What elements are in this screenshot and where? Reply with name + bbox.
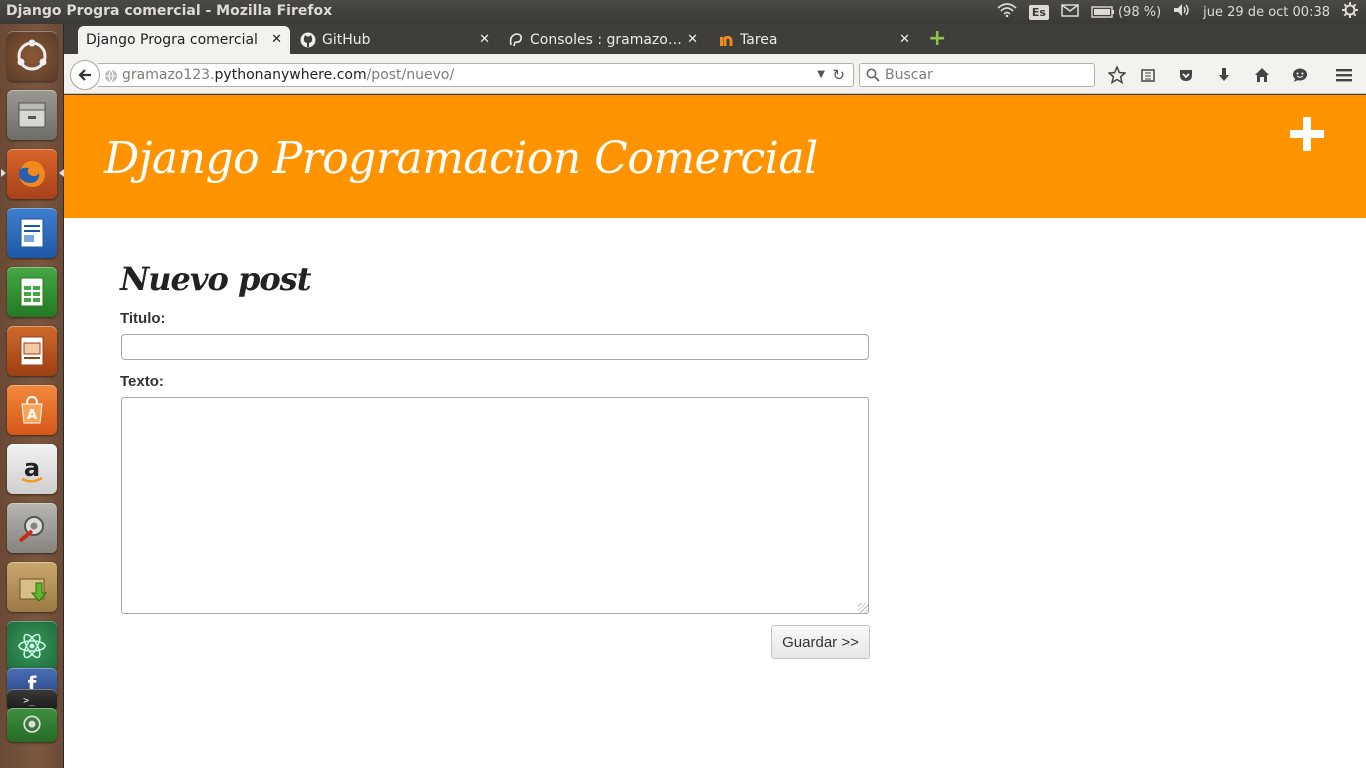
site-title[interactable]: Django Programacion Comercial bbox=[104, 133, 818, 184]
system-top-panel: Django Progra comercial - Mozilla Firefo… bbox=[0, 0, 1366, 24]
tab-github[interactable]: GitHub ✕ bbox=[292, 26, 498, 54]
bookmark-star-icon[interactable] bbox=[1107, 66, 1127, 84]
search-icon bbox=[866, 68, 880, 86]
search-bar[interactable]: Buscar bbox=[859, 63, 1095, 87]
downloads-icon[interactable] bbox=[7, 562, 57, 612]
dash-icon[interactable] bbox=[7, 31, 57, 81]
firefox-icon[interactable] bbox=[7, 149, 57, 199]
software-center-icon[interactable]: A bbox=[7, 385, 57, 435]
close-icon[interactable]: ✕ bbox=[687, 32, 698, 47]
unity-launcher: A a f >_ bbox=[0, 24, 64, 768]
tab-label: GitHub bbox=[322, 32, 371, 48]
tab-strip: Django Progra comercial ✕ GitHub ✕ Conso… bbox=[64, 24, 1366, 54]
tab-label: Consoles : gramazo… bbox=[530, 32, 682, 48]
wifi-icon[interactable] bbox=[997, 3, 1017, 21]
tab-django[interactable]: Django Progra comercial ✕ bbox=[78, 26, 290, 54]
reading-list-icon[interactable] bbox=[1138, 66, 1158, 84]
svg-text:>_: >_ bbox=[23, 696, 35, 707]
back-button[interactable] bbox=[70, 60, 100, 90]
save-button[interactable]: Guardar >> bbox=[771, 625, 870, 659]
url-bar[interactable]: gramazo123.pythonanywhere.com/post/nuevo… bbox=[98, 63, 854, 87]
page-header: Django Programacion Comercial bbox=[64, 95, 1366, 218]
svg-text:a: a bbox=[24, 454, 40, 482]
close-icon[interactable]: ✕ bbox=[479, 32, 490, 47]
settings-gear-icon[interactable] bbox=[1342, 2, 1358, 22]
tab-label: Django Progra comercial bbox=[86, 32, 258, 48]
files-icon[interactable] bbox=[7, 90, 57, 140]
pythonanywhere-icon bbox=[508, 32, 524, 48]
github-icon bbox=[300, 32, 316, 48]
download-arrow-icon[interactable] bbox=[1214, 66, 1234, 84]
workspace-icon[interactable] bbox=[7, 708, 57, 742]
clock[interactable]: jue 29 de oct 00:38 bbox=[1203, 5, 1330, 20]
battery-icon bbox=[1091, 6, 1114, 18]
site-identity-icon[interactable] bbox=[104, 69, 118, 87]
chat-smiley-icon[interactable] bbox=[1290, 66, 1310, 84]
tab-consoles[interactable]: Consoles : gramazo… ✕ bbox=[500, 26, 706, 54]
titulo-label: Titulo: bbox=[120, 310, 166, 327]
active-app-indicator bbox=[1, 169, 6, 177]
url-dropdown-icon[interactable]: ▼ bbox=[817, 69, 825, 80]
url-host-main: pythonanywhere.com bbox=[214, 67, 367, 83]
titulo-input[interactable] bbox=[121, 334, 869, 360]
pocket-icon[interactable] bbox=[1176, 66, 1196, 84]
tarea-favicon-icon bbox=[718, 32, 734, 48]
back-arrow-icon bbox=[78, 69, 91, 81]
url-host-prefix: gramazo123. bbox=[122, 67, 215, 83]
close-icon[interactable]: ✕ bbox=[271, 32, 282, 47]
tab-label: Tarea bbox=[740, 32, 778, 48]
system-settings-icon[interactable] bbox=[7, 503, 57, 553]
amazon-icon[interactable]: a bbox=[7, 444, 57, 494]
url-text: gramazo123.pythonanywhere.com/post/nuevo… bbox=[122, 67, 454, 83]
tab-tarea[interactable]: Tarea ✕ bbox=[710, 26, 918, 54]
texto-textarea[interactable] bbox=[121, 397, 869, 614]
add-post-plus-icon[interactable] bbox=[1290, 117, 1324, 151]
close-icon[interactable]: ✕ bbox=[899, 32, 910, 47]
impress-icon[interactable] bbox=[7, 326, 57, 376]
volume-icon[interactable] bbox=[1173, 3, 1191, 21]
resize-grip-icon[interactable] bbox=[858, 603, 868, 613]
navigation-toolbar: gramazo123.pythonanywhere.com/post/nuevo… bbox=[64, 54, 1366, 94]
battery-percent: (98 %) bbox=[1117, 4, 1162, 20]
svg-text:A: A bbox=[27, 408, 37, 423]
url-path: /post/nuevo/ bbox=[366, 67, 455, 83]
web-page: Django Programacion Comercial Nuevo post… bbox=[64, 95, 1366, 768]
calc-icon[interactable] bbox=[7, 267, 57, 317]
home-icon[interactable] bbox=[1252, 66, 1272, 84]
texto-label: Texto: bbox=[120, 373, 164, 390]
new-tab-button[interactable]: + bbox=[928, 28, 948, 50]
mail-icon[interactable] bbox=[1061, 3, 1079, 21]
menu-hamburger-icon[interactable] bbox=[1334, 66, 1354, 84]
form-title: Nuevo post bbox=[120, 260, 311, 298]
window-title: Django Progra comercial - Mozilla Firefo… bbox=[6, 3, 333, 19]
battery-indicator[interactable]: (98 %) bbox=[1091, 5, 1161, 20]
writer-icon[interactable] bbox=[7, 208, 57, 258]
system-tray: Es (98 %) jue 29 de oct 00:38 bbox=[997, 0, 1358, 24]
search-placeholder: Buscar bbox=[885, 67, 933, 83]
keyboard-layout-indicator[interactable]: Es bbox=[1028, 4, 1049, 20]
reload-icon[interactable]: ↻ bbox=[832, 66, 845, 84]
atom-icon[interactable] bbox=[7, 621, 57, 671]
